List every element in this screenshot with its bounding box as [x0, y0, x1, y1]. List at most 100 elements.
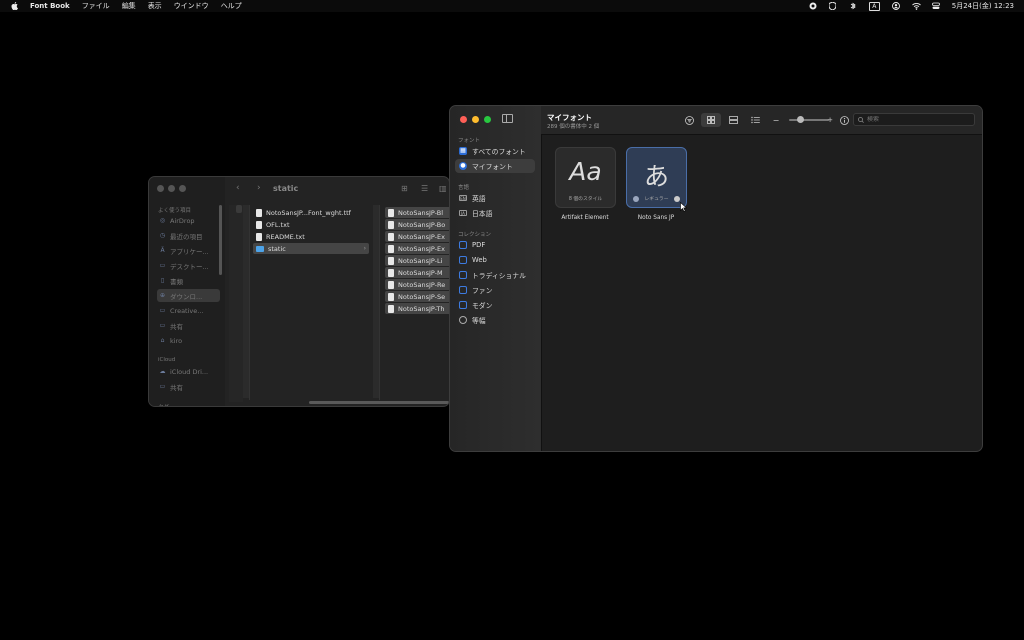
column-2: NotoSansJP...Font_wght.ttf OFL.txt READM… — [253, 205, 371, 402]
sidebar-item-desktop[interactable]: ▭ デスクトー... — [157, 259, 220, 272]
menu-window[interactable]: ウインドウ — [174, 1, 209, 11]
list-item[interactable]: NotoSansJP-Li — [385, 255, 449, 266]
input-source-icon[interactable]: A — [868, 1, 880, 11]
list-item[interactable]: NotoSansJP-Ex — [385, 243, 449, 254]
list-item[interactable]: NotoSansJP-Se — [385, 291, 449, 302]
zoom-in-button[interactable]: + — [825, 113, 835, 127]
forward-button[interactable]: › — [257, 183, 261, 193]
sidebar-scrollbar[interactable] — [219, 205, 222, 275]
sidebar-item-icloud-shared[interactable]: ▭ 共有 — [157, 380, 220, 393]
list-view-button[interactable] — [748, 113, 762, 127]
list-view-icon[interactable]: ☰ — [421, 184, 428, 193]
sidebar-item-recents[interactable]: ◷ 最近の項目 — [157, 229, 220, 242]
zoom-button[interactable] — [484, 116, 491, 123]
wifi-icon[interactable] — [911, 2, 921, 10]
horizontal-scrollbar[interactable] — [309, 401, 449, 404]
control-center-icon[interactable] — [931, 2, 940, 10]
tags-header: タグ — [158, 403, 169, 406]
favorites-header: よく使う項目 — [158, 208, 192, 214]
zoom-out-button[interactable]: − — [771, 113, 781, 127]
sidebar-item-web[interactable]: Web — [455, 253, 535, 267]
sidebar-item-english[interactable]: EN 英語 — [455, 191, 535, 205]
gear-icon — [459, 316, 467, 324]
grid-icon — [707, 116, 715, 124]
font-tile-noto-sans-jp[interactable]: あ レギュラー — [626, 147, 687, 208]
menu-bar: Font Book ファイル 編集 表示 ウインドウ ヘルプ A 5月24日(金… — [0, 0, 1024, 12]
sidebar-item-shared[interactable]: ▭ 共有 — [157, 319, 220, 332]
list-item[interactable]: NotoSansJP...Font_wght.ttf — [253, 207, 369, 218]
sidebar-item-japanese[interactable]: JA 日本語 — [455, 206, 535, 220]
sample-view-button[interactable] — [725, 113, 741, 127]
airdrop-icon: ◎ — [159, 217, 166, 224]
info-button[interactable] — [838, 113, 850, 127]
sidebar-item-modern[interactable]: モダン — [455, 298, 535, 312]
search-input[interactable] — [867, 116, 957, 123]
app-menu[interactable]: Font Book — [30, 2, 70, 10]
record-icon[interactable] — [809, 2, 817, 10]
grid-view-button[interactable] — [701, 113, 721, 127]
minimize-button[interactable] — [472, 116, 479, 123]
size-slider[interactable] — [789, 116, 829, 123]
sidebar-item-my-fonts[interactable]: ● マイフォント — [455, 159, 535, 173]
menu-edit[interactable]: 編集 — [122, 1, 136, 11]
minus-icon: − — [772, 115, 780, 125]
list-item[interactable]: NotoSansJP-Th — [385, 303, 449, 314]
sidebar-item-applications[interactable]: Ä アプリケー... — [157, 244, 220, 257]
document-icon — [388, 304, 394, 313]
document-icon — [388, 208, 394, 217]
sidebar-toggle-icon[interactable] — [502, 114, 513, 123]
fontbook-window: フォント ▦ すべてのフォント ● マイフォント 言語 EN 英語 JA 日本語 コレク… — [449, 105, 983, 452]
sidebar-item-downloads[interactable]: ⊕ ダウンロ... — [157, 289, 220, 302]
zoom-button[interactable] — [179, 185, 186, 192]
list-item[interactable]: NotoSansJP-Bo — [385, 219, 449, 230]
minimize-button[interactable] — [168, 185, 175, 192]
list-item[interactable]: NotoSansJP-Re — [385, 279, 449, 290]
slider-knob[interactable] — [797, 116, 804, 123]
search-field[interactable] — [853, 113, 975, 126]
document-icon: ▯ — [160, 277, 165, 284]
sidebar-item-documents[interactable]: ▯ 書類 — [157, 274, 220, 287]
sidebar-item-monospace[interactable]: 等幅 — [455, 313, 535, 327]
sidebar-item-home[interactable]: ⌂ kiro — [157, 334, 220, 347]
list-item[interactable]: README.txt — [253, 231, 369, 242]
sidebar-item-pdf[interactable]: PDF — [455, 238, 535, 252]
sidebar-item-fun[interactable]: ファン — [455, 283, 535, 297]
folder-icon: ▭ — [159, 307, 166, 314]
bluetooth-icon[interactable] — [849, 2, 857, 10]
menu-view[interactable]: 表示 — [148, 1, 162, 11]
list-item[interactable]: NotoSansJP-Ex — [385, 231, 449, 242]
list-item[interactable]: NotoSansJP-Bl — [385, 207, 449, 218]
back-button[interactable]: ‹ — [236, 183, 240, 193]
shield-icon[interactable] — [828, 1, 837, 11]
sidebar-item-creative[interactable]: ▭ Creative... — [157, 304, 220, 317]
list-item-selected[interactable]: static › — [253, 243, 369, 254]
sidebar-item-all-fonts[interactable]: ▦ すべてのフォント — [455, 144, 535, 158]
download-icon: ⊕ — [159, 292, 166, 299]
collection-icon — [459, 241, 467, 249]
icon-view-icon[interactable]: ⊞ — [401, 184, 408, 193]
filter-button[interactable] — [683, 113, 695, 127]
document-icon — [256, 220, 262, 229]
sidebar-item-icloud-drive[interactable]: ☁ iCloud Dri... — [157, 365, 220, 378]
finder-sidebar: よく使う項目 ◎ AirDrop ◷ 最近の項目 Ä アプリケー... ▭ デスクトー.… — [149, 177, 225, 406]
close-button[interactable] — [157, 185, 164, 192]
person-icon: ● — [459, 162, 467, 170]
menu-file[interactable]: ファイル — [82, 1, 110, 11]
user-icon[interactable] — [891, 2, 900, 10]
document-icon — [388, 244, 394, 253]
list-item[interactable]: OFL.txt — [253, 219, 369, 230]
shared-folder-icon: ▭ — [159, 383, 166, 390]
apple-menu-icon[interactable] — [10, 2, 18, 11]
fontbook-sidebar: フォント ▦ すべてのフォント ● マイフォント 言語 EN 英語 JA 日本語 コレク… — [450, 106, 542, 451]
list-item[interactable]: NotoSansJP-M — [385, 267, 449, 278]
window-title: static — [273, 184, 299, 193]
document-icon — [388, 232, 394, 241]
menu-help[interactable]: ヘルプ — [221, 1, 242, 11]
close-button[interactable] — [460, 116, 467, 123]
clock[interactable]: 5月24日(金) 12:23 — [952, 1, 1014, 11]
column-divider — [379, 205, 380, 400]
font-tile-artifakt[interactable]: Aa 8 個のスタイル — [555, 147, 616, 208]
column-view-icon[interactable]: ▥ — [439, 184, 447, 193]
sidebar-item-traditional[interactable]: トラディショナル — [455, 268, 535, 282]
sidebar-item-airdrop[interactable]: ◎ AirDrop — [157, 214, 220, 227]
